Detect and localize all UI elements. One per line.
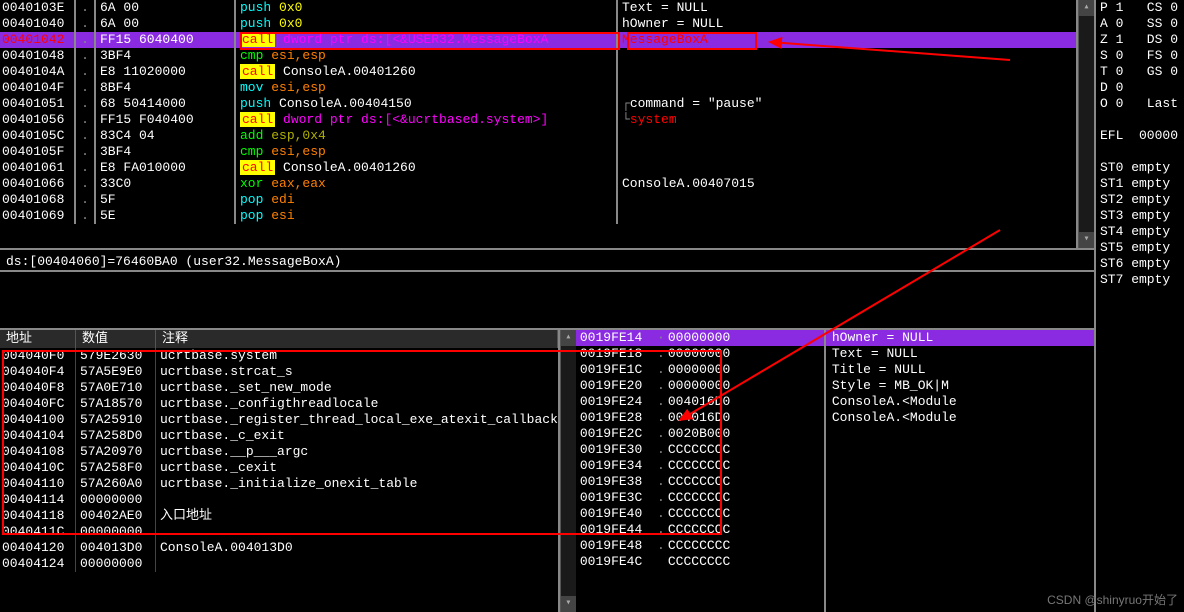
stack-row[interactable]: 0019FE2C.0020B000 — [576, 426, 824, 442]
stack-comment-row: ConsoleA.<Module — [826, 410, 1094, 426]
register-row — [1100, 112, 1184, 128]
stack-row[interactable]: 0019FE1C.00000000 — [576, 362, 824, 378]
dump-header: 地址 数值 注释 — [0, 330, 558, 348]
disassembly-panel[interactable]: 0040103E.6A 00push 0x0Text = NULL0040104… — [0, 0, 1094, 248]
register-row: Z 1 DS 0 — [1100, 32, 1184, 48]
disasm-row[interactable]: 0040104A.E8 11020000call ConsoleA.004012… — [0, 64, 1076, 80]
dump-row[interactable]: 004040FC57A18570ucrtbase._configthreadlo… — [0, 396, 558, 412]
watermark: CSDN @shinyruo开始了 — [1047, 591, 1178, 608]
dump-row[interactable]: 0040410057A25910ucrtbase._register_threa… — [0, 412, 558, 428]
disasm-row[interactable]: 00401056.FF15 F040400call dword ptr ds:[… — [0, 112, 1076, 128]
register-row: ST2 empty — [1100, 192, 1184, 208]
stack-comment-row: Text = NULL — [826, 346, 1094, 362]
dump-row[interactable]: 0040411C00000000 — [0, 524, 558, 540]
disasm-row[interactable]: 00401066.33C0xor eax,eaxConsoleA.0040701… — [0, 176, 1076, 192]
stack-row[interactable]: 0019FE4C CCCCCCCC — [576, 554, 824, 570]
stack-row[interactable]: 0019FE14·00000000 — [576, 330, 824, 346]
dump-row[interactable]: 0040410857A20970ucrtbase.__p___argc — [0, 444, 558, 460]
disasm-row[interactable]: 00401042.FF15 6040400call dword ptr ds:[… — [0, 32, 1076, 48]
memory-dump-panel[interactable]: 地址 数值 注释 004040F0579E2630ucrtbase.system… — [0, 330, 560, 612]
register-row: A 0 SS 0 — [1100, 16, 1184, 32]
registers-panel: P 1 CS 0A 0 SS 0Z 1 DS 0S 0 FS 0T 0 GS 0… — [1094, 0, 1184, 612]
stack-comment-row: Title = NULL — [826, 362, 1094, 378]
register-row: ST5 empty — [1100, 240, 1184, 256]
dump-row[interactable]: 0040411400000000 — [0, 492, 558, 508]
register-row: ST4 empty — [1100, 224, 1184, 240]
stack-comment-row: Style = MB_OK|M — [826, 378, 1094, 394]
stack-row[interactable]: 0019FE40.CCCCCCCC — [576, 506, 824, 522]
dump-row[interactable]: 0040411800402AE0入口地址 — [0, 508, 558, 524]
register-row: S 0 FS 0 — [1100, 48, 1184, 64]
register-row — [1100, 144, 1184, 160]
disasm-row[interactable]: 0040105F.3BF4cmp esi,esp — [0, 144, 1076, 160]
disasm-row[interactable]: 0040104F.8BF4mov esi,esp — [0, 80, 1076, 96]
stack-row[interactable]: 0019FE30.CCCCCCCC — [576, 442, 824, 458]
stack-comments: hOwner = NULLText = NULLTitle = NULLStyl… — [826, 330, 1094, 612]
stack-row[interactable]: 0019FE24.004016D0 — [576, 394, 824, 410]
dump-row[interactable]: 0040411057A260A0ucrtbase._initialize_one… — [0, 476, 558, 492]
disasm-row[interactable]: 00401051.68 50414000push ConsoleA.004041… — [0, 96, 1076, 112]
register-row: ST3 empty — [1100, 208, 1184, 224]
dump-row[interactable]: 0040412400000000 — [0, 556, 558, 572]
dump-row[interactable]: 0040410C57A258F0ucrtbase._cexit — [0, 460, 558, 476]
stack-comment-row: ConsoleA.<Module — [826, 394, 1094, 410]
register-row: ST7 empty — [1100, 272, 1184, 288]
info-line: ds:[00404060]=76460BA0 (user32.MessageBo… — [0, 248, 1094, 272]
register-row: ST1 empty — [1100, 176, 1184, 192]
register-row: O 0 Last — [1100, 96, 1184, 112]
disasm-row[interactable]: 00401069.5Epop esi — [0, 208, 1076, 224]
register-row: ST0 empty — [1100, 160, 1184, 176]
register-row: ST6 empty — [1100, 256, 1184, 272]
stack-row[interactable]: 0019FE38.CCCCCCCC — [576, 474, 824, 490]
stack-row[interactable]: 0019FE3C.CCCCCCCC — [576, 490, 824, 506]
dump-row[interactable]: 004040F457A5E9E0ucrtbase.strcat_s — [0, 364, 558, 380]
dump-row[interactable]: 004040F857A0E710ucrtbase._set_new_mode — [0, 380, 558, 396]
stack-comment-row: hOwner = NULL — [826, 330, 1094, 346]
scroll-up-icon[interactable]: ▴ — [1079, 0, 1094, 16]
dump-row[interactable]: 004040F0579E2630ucrtbase.system — [0, 348, 558, 364]
disasm-row[interactable]: 00401040.6A 00push 0x0hOwner = NULL — [0, 16, 1076, 32]
stack-panel[interactable]: 0019FE14·000000000019FE18.000000000019FE… — [576, 330, 826, 612]
disasm-row[interactable]: 0040103E.6A 00push 0x0Text = NULL — [0, 0, 1076, 16]
disasm-row[interactable]: 00401061.E8 FA010000call ConsoleA.004012… — [0, 160, 1076, 176]
register-row: D 0 — [1100, 80, 1184, 96]
stack-row[interactable]: 0019FE28.004016D0 — [576, 410, 824, 426]
dump-row[interactable]: 0040410457A258D0ucrtbase._c_exit — [0, 428, 558, 444]
stack-row[interactable]: 0019FE48.CCCCCCCC — [576, 538, 824, 554]
register-row: P 1 CS 0 — [1100, 0, 1184, 16]
stack-row[interactable]: 0019FE44.CCCCCCCC — [576, 522, 824, 538]
disasm-row[interactable]: 0040105C.83C4 04add esp,0x4 — [0, 128, 1076, 144]
scroll-down-icon[interactable]: ▾ — [1079, 232, 1094, 248]
scroll-down-icon[interactable]: ▾ — [561, 596, 576, 612]
stack-row[interactable]: 0019FE34.CCCCCCCC — [576, 458, 824, 474]
disasm-row[interactable]: 00401048.3BF4cmp esi,esp — [0, 48, 1076, 64]
register-row: EFL 00000 — [1100, 128, 1184, 144]
register-row: T 0 GS 0 — [1100, 64, 1184, 80]
disasm-scrollbar[interactable]: ▴ ▾ — [1078, 0, 1094, 248]
scroll-up-icon[interactable]: ▴ — [561, 330, 576, 346]
dump-row[interactable]: 00404120004013D0ConsoleA.004013D0 — [0, 540, 558, 556]
disasm-row[interactable]: 00401068.5Fpop edi — [0, 192, 1076, 208]
stack-row[interactable]: 0019FE20.00000000 — [576, 378, 824, 394]
dump-scrollbar[interactable]: ▴ ▾ — [560, 330, 576, 612]
stack-row[interactable]: 0019FE18.00000000 — [576, 346, 824, 362]
